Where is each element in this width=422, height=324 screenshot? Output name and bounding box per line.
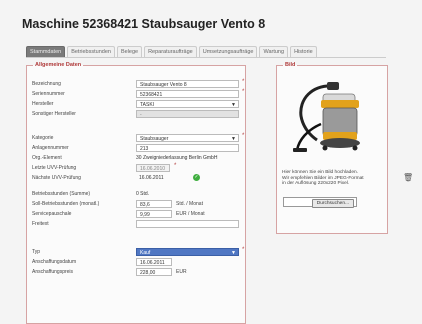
picture-legend: Bild — [285, 62, 296, 68]
dropdown-arrow-icon: ▼ — [231, 136, 236, 142]
tab-divider — [26, 57, 386, 58]
soll-betriebsstunden-input[interactable]: 83,6 — [136, 200, 172, 208]
soll-betriebsstunden-unit: Std. / Monat — [176, 201, 203, 207]
tab-stammdaten[interactable]: Stammdaten — [26, 46, 66, 57]
check-icon: ✓ — [193, 174, 200, 181]
anlagennummer-label: Anlagennummer — [32, 145, 69, 151]
servicepauschale-input[interactable]: 9,99 — [136, 210, 172, 218]
file-upload-field[interactable]: Durchsuchen... — [283, 197, 357, 208]
typ-label: Typ — [32, 249, 41, 255]
betriebsstunden-summe-value: 0 Std. — [136, 191, 150, 197]
letzte-uvv-input[interactable]: 16.06.2010 — [136, 164, 170, 172]
dropdown-arrow-icon: ▼ — [231, 102, 236, 108]
servicepauschale-unit: EUR / Monat — [176, 211, 205, 217]
typ-value: Kauf — [140, 250, 151, 256]
general-data-legend: Allgemeine Daten — [35, 62, 82, 68]
anschaffungsdatum-label: Anschaffungsdatum — [32, 259, 77, 265]
dropdown-arrow-icon: ▼ — [231, 250, 236, 256]
org-element-value: 30 Zweigniederlassung Berlin GmbH — [136, 155, 218, 161]
vacuum-cleaner-image — [293, 82, 360, 152]
anschaffungspreis-unit: EUR — [176, 269, 187, 275]
required-marker: * — [242, 89, 245, 95]
tab-bar: Stammdaten Betriebsstunden Belege Repara… — [26, 46, 317, 57]
naechste-uvv-value: 16.06.2011 — [139, 175, 164, 181]
org-element-label: Org.-Element — [32, 155, 62, 161]
picture-info-text: Hier können Sie ein Bild hochladen. Wir … — [282, 170, 376, 187]
tab-wartung[interactable]: Wartung — [259, 46, 289, 57]
bezeichnung-label: Bezeichnung — [32, 81, 61, 87]
tab-reparaturauftraege[interactable]: Reparaturaufträge — [144, 46, 197, 57]
anlagennummer-input[interactable]: 213 — [136, 144, 239, 152]
required-marker: * — [242, 79, 245, 85]
tab-historie[interactable]: Historie — [290, 46, 317, 57]
required-marker: * — [174, 163, 177, 169]
seriennummer-input[interactable]: 52368421 — [136, 90, 239, 98]
hersteller-label: Hersteller — [32, 101, 54, 107]
freitext-label: Freitext — [32, 221, 49, 227]
typ-select[interactable]: Kauf ▼ — [136, 248, 239, 256]
trash-icon[interactable]: 🗑 — [403, 173, 413, 182]
anschaffungsdatum-input[interactable]: 16.06.2011 — [136, 258, 172, 266]
browse-button[interactable]: Durchsuchen... — [311, 199, 354, 208]
seriennummer-label: Seriennummer — [32, 91, 65, 97]
general-data-section: Allgemeine Daten Bezeichnung Staubsauger… — [26, 62, 246, 324]
tab-belege[interactable]: Belege — [116, 46, 143, 57]
sonstiger-hersteller-input: - — [136, 110, 239, 118]
servicepauschale-label: Servicepauschale — [32, 211, 72, 217]
tab-betriebsstunden[interactable]: Betriebsstunden — [67, 46, 115, 57]
picture-section: Bild 🗑 Hier können Sie ein Bild hochlade… — [276, 62, 413, 234]
bezeichnung-input[interactable]: Staubsauger Vento 8 — [136, 80, 239, 88]
picture-info-line: in der Auflösung 220x220 Pixel. — [282, 181, 350, 187]
anschaffungspreis-label: Anschaffungspreis — [32, 269, 74, 275]
tab-umsetzungsauftraege[interactable]: Umsetzungsaufträge — [198, 46, 258, 57]
required-marker: * — [242, 247, 245, 253]
betriebsstunden-summe-label: Betriebsstunden (Summe) — [32, 191, 91, 197]
kategorie-label: Kategorie — [32, 135, 54, 141]
page-title: Maschine 52368421 Staubsauger Vento 8 — [22, 17, 266, 31]
freitext-input[interactable] — [136, 220, 239, 228]
hersteller-value: TASKI — [140, 102, 155, 108]
kategorie-select[interactable]: Staubsauger ▼ — [136, 134, 239, 142]
required-marker: * — [242, 133, 245, 139]
hersteller-select[interactable]: TASKI ▼ — [136, 100, 239, 108]
sonstiger-hersteller-label: Sonstiger Hersteller — [32, 111, 76, 117]
anschaffungspreis-input[interactable]: 228,00 — [136, 268, 172, 276]
soll-betriebsstunden-label: Soll-Betriebsstunden (monatl.) — [32, 201, 100, 207]
letzte-uvv-label: Letzte UVV-Prüfung — [32, 165, 77, 171]
kategorie-value: Staubsauger — [140, 136, 169, 142]
naechste-uvv-label: Nächste UVV-Prüfung — [32, 175, 81, 181]
